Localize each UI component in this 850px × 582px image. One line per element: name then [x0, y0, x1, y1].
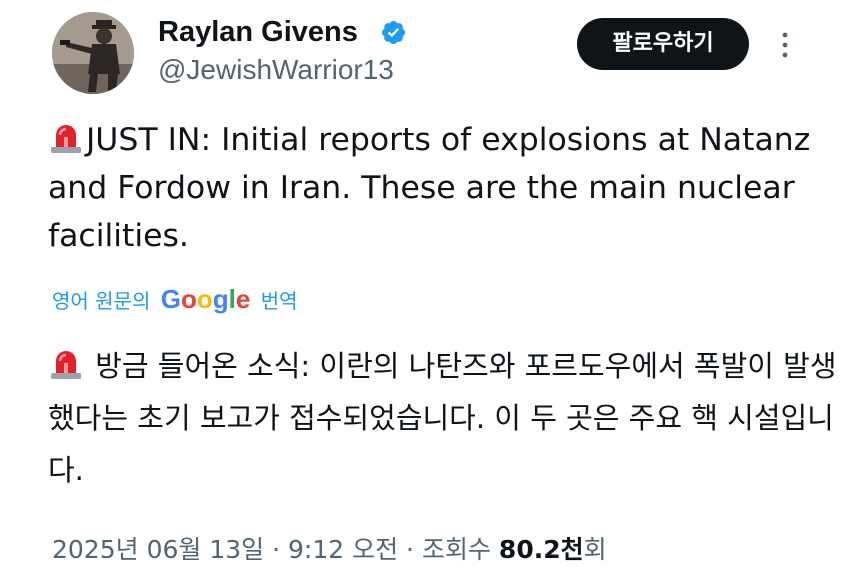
google-letter: o	[196, 284, 213, 314]
tweet-time[interactable]: 9:12 오전	[288, 535, 398, 564]
translated-text: 방금 들어온 소식: 이란의 나탄즈와 포르도우에서 폭발이 발생했다는 초기 …	[48, 340, 838, 496]
translated-body: 방금 들어온 소식: 이란의 나탄즈와 포르도우에서 폭발이 발생했다는 초기 …	[48, 349, 837, 487]
verified-badge-icon	[381, 20, 406, 45]
tweet-date[interactable]: 2025년 06월 13일	[52, 535, 264, 564]
translate-suffix: 번역	[260, 289, 298, 313]
siren-icon	[51, 351, 81, 379]
meta-separator: ·	[406, 535, 414, 564]
translate-attribution[interactable]: 영어 원문의 Google 번역	[52, 282, 298, 318]
tweet-meta: 2025년 06월 13일 · 9:12 오전 · 조회수 80.2천회	[52, 530, 607, 570]
tweet-body: JUST IN: Initial reports of explosions a…	[48, 122, 811, 254]
google-letter: l	[228, 284, 236, 314]
google-letter: e	[235, 284, 251, 314]
google-letter: o	[180, 284, 197, 314]
tweet: Raylan Givens @JewishWarrior13 팔로우하기 JUS…	[0, 0, 850, 582]
google-letter: g	[212, 284, 229, 314]
google-logo: Google	[161, 284, 251, 314]
meta-separator: ·	[272, 535, 281, 564]
views-suffix: 회	[583, 535, 607, 564]
author-name[interactable]: Raylan Givens	[158, 14, 358, 50]
author-handle[interactable]: @JewishWarrior13	[158, 53, 394, 87]
siren-icon	[51, 125, 81, 153]
translate-prefix: 영어 원문의	[52, 289, 151, 313]
follow-button[interactable]: 팔로우하기	[577, 18, 749, 70]
more-vertical-icon[interactable]	[778, 30, 792, 60]
views-label: 조회수	[421, 535, 491, 564]
avatar-image	[52, 12, 134, 94]
google-letter: G	[160, 284, 181, 314]
avatar[interactable]	[52, 12, 134, 94]
tweet-text: JUST IN: Initial reports of explosions a…	[48, 116, 828, 260]
views-count: 80.2천	[498, 535, 584, 564]
